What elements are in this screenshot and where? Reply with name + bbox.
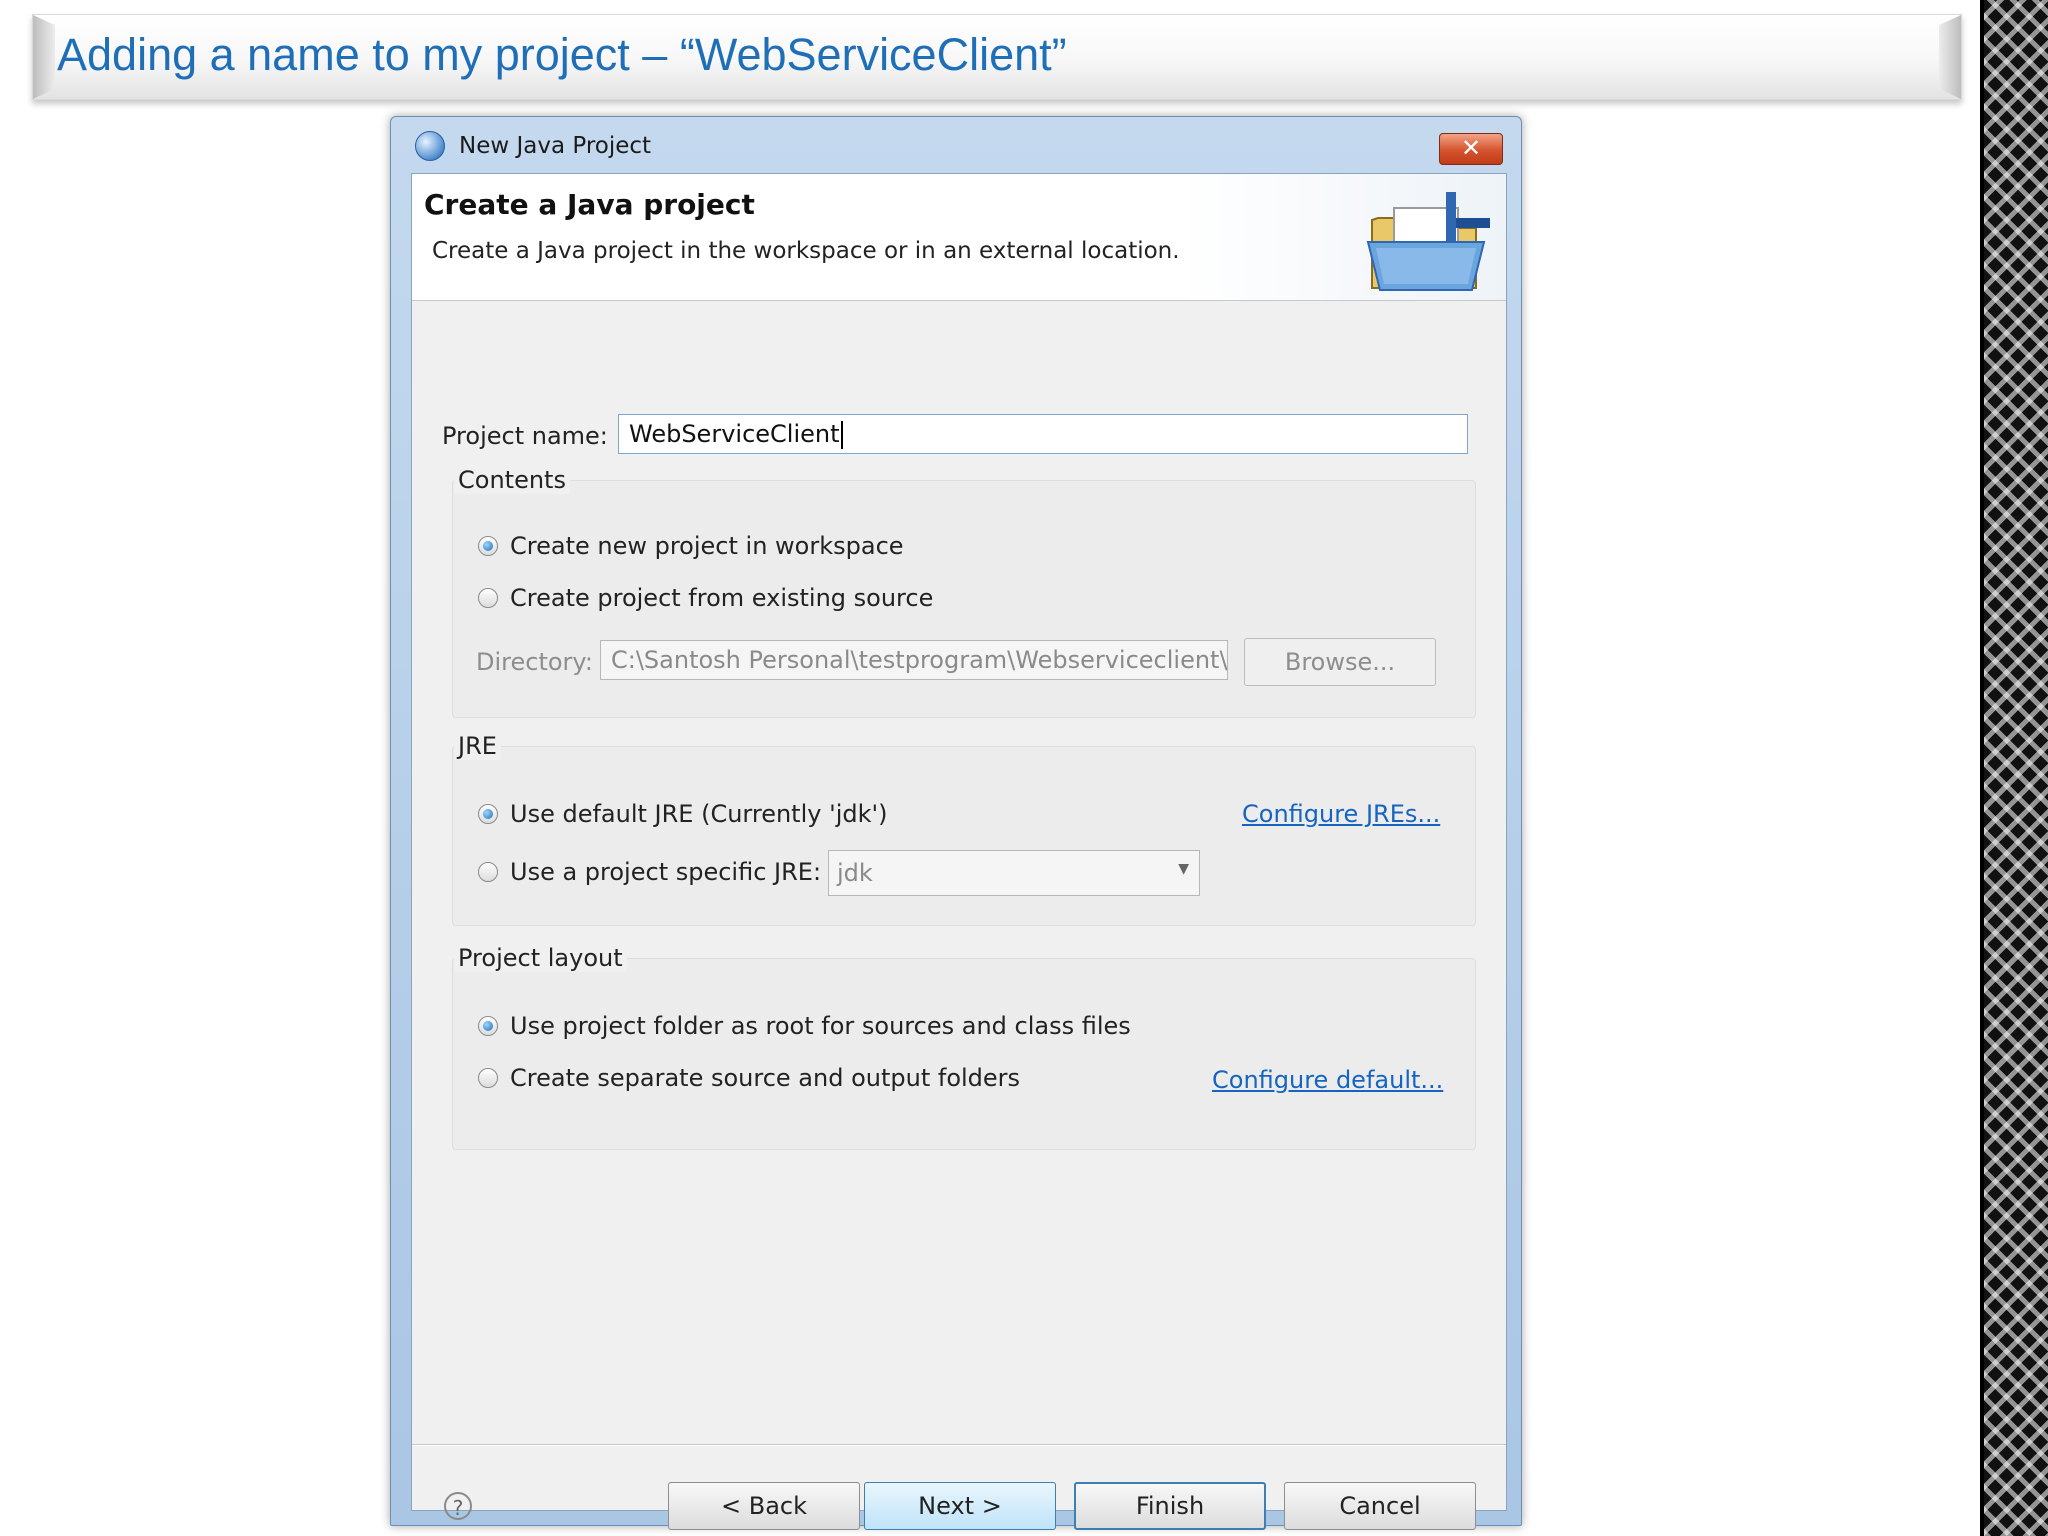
radio-button[interactable] bbox=[478, 862, 498, 882]
configure-default-link[interactable]: Configure default... bbox=[1212, 1066, 1443, 1094]
radio-button-checked[interactable] bbox=[478, 804, 498, 824]
radio-default-jre[interactable]: Use default JRE (Currently 'jdk') bbox=[478, 800, 887, 828]
slide-title: Adding a name to my project – “WebServic… bbox=[57, 29, 1067, 80]
dialog-titlebar[interactable]: New Java Project ✕ bbox=[391, 117, 1521, 171]
project-layout-group bbox=[452, 958, 1476, 1150]
text-caret bbox=[840, 421, 843, 449]
jre-select-value: jdk bbox=[837, 859, 873, 887]
radio-root-folder[interactable]: Use project folder as root for sources a… bbox=[478, 1012, 1131, 1040]
project-name-value: WebServiceClient bbox=[629, 420, 840, 448]
radio-button-checked[interactable] bbox=[478, 1016, 498, 1036]
project-layout-group-label: Project layout bbox=[454, 944, 627, 972]
finish-button[interactable]: Finish bbox=[1074, 1482, 1266, 1530]
decorative-strip bbox=[1980, 0, 2048, 1536]
dialog-window-title: New Java Project bbox=[459, 133, 652, 159]
slide-title-bar: Adding a name to my project – “WebServic… bbox=[32, 14, 1962, 100]
java-folder-icon bbox=[1366, 192, 1490, 291]
radio-button[interactable] bbox=[478, 588, 498, 608]
wizard-description: Create a Java project in the workspace o… bbox=[432, 238, 1180, 264]
browse-button[interactable]: Browse... bbox=[1244, 638, 1436, 686]
radio-existing-source[interactable]: Create project from existing source bbox=[478, 584, 933, 612]
close-button[interactable]: ✕ bbox=[1439, 133, 1503, 165]
title-bevel-right bbox=[1939, 15, 1961, 99]
jre-group bbox=[452, 746, 1476, 926]
next-button[interactable]: Next > bbox=[864, 1482, 1056, 1530]
eclipse-icon bbox=[415, 131, 445, 161]
radio-new-project-label: Create new project in workspace bbox=[510, 532, 904, 560]
directory-input[interactable]: C:\Santosh Personal\testprogram\Webservi… bbox=[600, 640, 1228, 680]
radio-button[interactable] bbox=[478, 1068, 498, 1088]
help-icon[interactable]: ? bbox=[444, 1492, 472, 1520]
contents-group-label: Contents bbox=[454, 466, 570, 494]
wizard-title: Create a Java project bbox=[424, 188, 755, 221]
title-bevel-left bbox=[33, 15, 55, 99]
footer-separator bbox=[412, 1444, 1506, 1446]
project-name-label: Project name: bbox=[442, 422, 608, 450]
radio-separate-folders-label: Create separate source and output folder… bbox=[510, 1064, 1021, 1092]
dialog-body: Create a Java project Create a Java proj… bbox=[411, 173, 1507, 1530]
radio-button-checked[interactable] bbox=[478, 536, 498, 556]
radio-default-jre-label: Use default JRE (Currently 'jdk') bbox=[510, 800, 888, 828]
configure-jres-link[interactable]: Configure JREs... bbox=[1242, 800, 1440, 828]
jre-select[interactable]: jdk ▼ bbox=[828, 850, 1200, 896]
radio-root-folder-label: Use project folder as root for sources a… bbox=[510, 1012, 1131, 1040]
cancel-button[interactable]: Cancel bbox=[1284, 1482, 1476, 1530]
radio-separate-folders[interactable]: Create separate source and output folder… bbox=[478, 1064, 1020, 1092]
new-java-project-dialog: New Java Project ✕ Create a Java project… bbox=[390, 116, 1522, 1530]
radio-specific-jre[interactable]: Use a project specific JRE: bbox=[478, 858, 821, 886]
chevron-down-icon: ▼ bbox=[1178, 861, 1189, 877]
wizard-header: Create a Java project Create a Java proj… bbox=[412, 174, 1506, 301]
jre-group-label: JRE bbox=[454, 732, 501, 760]
project-name-input[interactable]: WebServiceClient bbox=[618, 414, 1468, 454]
radio-existing-source-label: Create project from existing source bbox=[510, 584, 934, 612]
radio-specific-jre-label: Use a project specific JRE: bbox=[510, 858, 822, 886]
back-button[interactable]: < Back bbox=[668, 1482, 860, 1530]
radio-new-project[interactable]: Create new project in workspace bbox=[478, 532, 904, 560]
directory-label: Directory: bbox=[476, 648, 593, 676]
